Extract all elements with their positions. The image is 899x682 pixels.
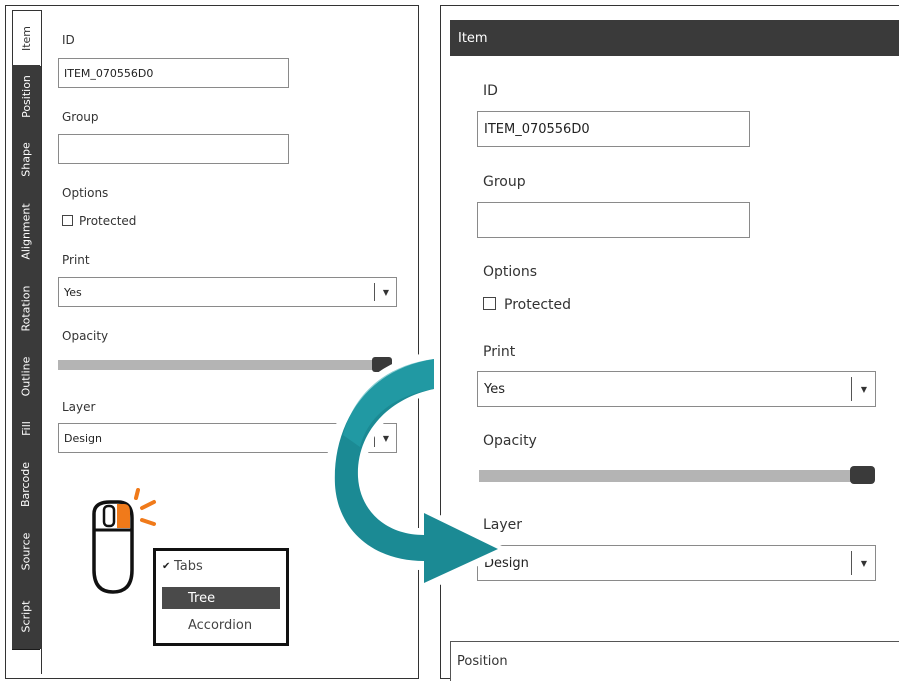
context-menu-item-tree[interactable]: Tree bbox=[162, 587, 280, 609]
tab-outline-label: Outline bbox=[19, 356, 33, 396]
opacity-label: Opacity bbox=[62, 329, 109, 343]
layer-select[interactable]: Design ▼ bbox=[477, 545, 876, 581]
tab-outline[interactable]: Outline bbox=[12, 344, 40, 409]
tab-shape-label: Shape bbox=[19, 141, 33, 177]
group-label: Group bbox=[483, 174, 526, 190]
layer-select-separator bbox=[851, 551, 852, 575]
print-select[interactable]: Yes ▼ bbox=[477, 371, 876, 407]
tab-barcode[interactable]: Barcode bbox=[12, 449, 40, 521]
section-header-item[interactable]: Item bbox=[450, 20, 899, 56]
tab-source-label: Source bbox=[19, 532, 33, 571]
tab-alignment[interactable]: Alignment bbox=[12, 190, 40, 273]
tab-alignment-label: Alignment bbox=[19, 202, 33, 260]
section-header-position[interactable]: Position bbox=[450, 641, 899, 681]
context-menu-item-tabs-label: Tabs bbox=[174, 558, 203, 574]
tab-rotation-label: Rotation bbox=[19, 284, 33, 332]
tab-script[interactable]: Script bbox=[12, 583, 40, 650]
tab-fill[interactable]: Fill bbox=[12, 408, 40, 450]
context-menu: ✔ Tabs Tree Accordion bbox=[153, 548, 289, 646]
tab-position[interactable]: Position bbox=[12, 65, 40, 129]
chevron-down-icon[interactable]: ▼ bbox=[853, 546, 875, 580]
chevron-down-icon[interactable]: ▼ bbox=[853, 372, 875, 406]
section-header-item-label: Item bbox=[458, 30, 488, 46]
opacity-slider-thumb[interactable] bbox=[850, 466, 875, 484]
chevron-down-icon[interactable]: ▼ bbox=[376, 278, 396, 306]
context-menu-item-accordion-label: Accordion bbox=[188, 617, 253, 633]
tab-strip-divider bbox=[41, 10, 42, 674]
tab-item[interactable]: Item bbox=[12, 10, 41, 67]
id-field[interactable]: ITEM_070556D0 bbox=[477, 111, 750, 147]
id-label: ID bbox=[483, 83, 498, 99]
group-field[interactable] bbox=[58, 134, 289, 164]
tab-source[interactable]: Source bbox=[12, 520, 40, 584]
layer-select-value: Design bbox=[64, 431, 102, 445]
protected-checkbox[interactable] bbox=[483, 297, 496, 310]
print-select[interactable]: Yes ▼ bbox=[58, 277, 397, 307]
tab-script-label: Script bbox=[19, 600, 33, 632]
print-select-value: Yes bbox=[64, 285, 82, 299]
options-label: Options bbox=[483, 264, 538, 280]
tab-item-label: Item bbox=[20, 25, 34, 52]
protected-option[interactable]: Protected bbox=[62, 214, 136, 228]
group-label: Group bbox=[62, 110, 99, 124]
tab-shape[interactable]: Shape bbox=[12, 128, 40, 191]
protected-checkbox[interactable] bbox=[62, 215, 73, 226]
context-menu-item-tabs[interactable]: ✔ Tabs bbox=[162, 555, 280, 577]
id-label: ID bbox=[62, 33, 75, 47]
context-menu-item-accordion[interactable]: Accordion bbox=[162, 614, 280, 636]
tab-rotation[interactable]: Rotation bbox=[12, 272, 40, 345]
print-select-separator bbox=[374, 283, 375, 301]
context-menu-item-tree-label: Tree bbox=[188, 590, 216, 606]
curved-arrow-icon bbox=[325, 351, 510, 595]
tab-fill-label: Fill bbox=[19, 421, 33, 436]
print-select-separator bbox=[851, 377, 852, 401]
group-field[interactable] bbox=[477, 202, 750, 238]
tab-position-label: Position bbox=[19, 75, 33, 118]
protected-label: Protected bbox=[79, 214, 137, 228]
options-label: Options bbox=[62, 186, 109, 200]
protected-option[interactable]: Protected bbox=[483, 297, 571, 313]
tab-barcode-label: Barcode bbox=[19, 461, 33, 508]
layer-label: Layer bbox=[62, 400, 96, 414]
opacity-slider-track[interactable] bbox=[479, 470, 869, 482]
protected-label: Protected bbox=[504, 297, 571, 313]
section-header-position-label: Position bbox=[457, 654, 508, 669]
print-label: Print bbox=[62, 253, 90, 267]
checkmark-icon: ✔ bbox=[162, 560, 171, 572]
id-field[interactable]: ITEM_070556D0 bbox=[58, 58, 289, 88]
